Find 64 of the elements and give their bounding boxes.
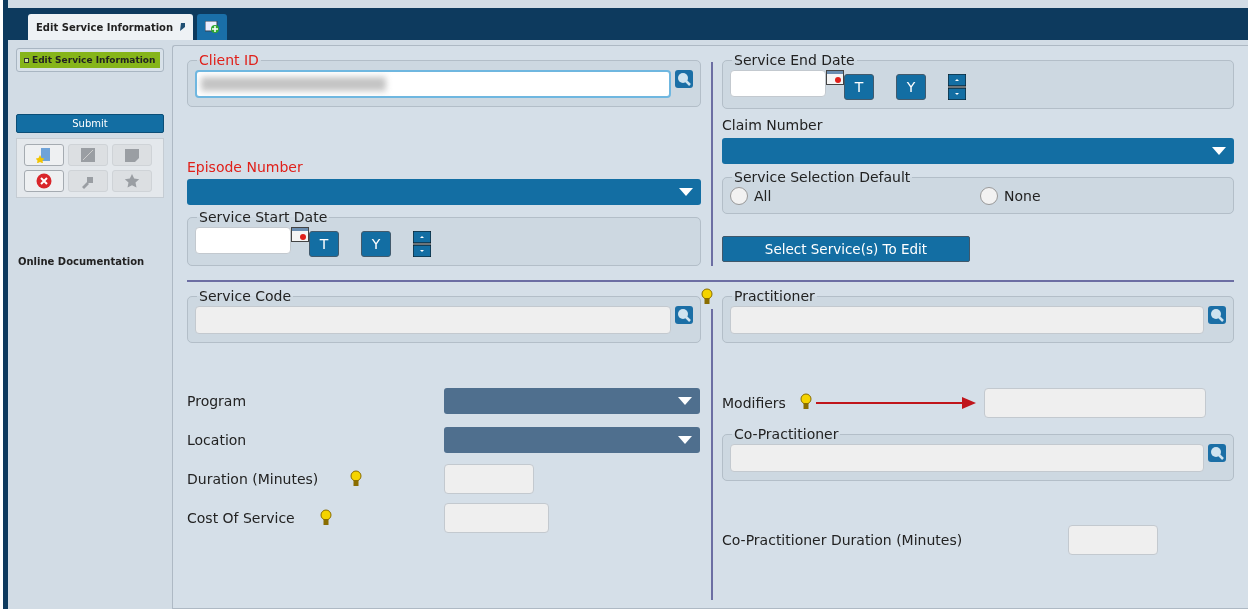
today-button[interactable]: T: [309, 231, 339, 257]
tab[interactable]: Edit Service Information: [28, 14, 194, 40]
text-field[interactable]: [444, 463, 534, 494]
tool-button[interactable]: [24, 170, 64, 192]
nav-item[interactable]: Edit Service Information: [20, 52, 160, 68]
tool-button[interactable]: [24, 144, 64, 166]
select-services-button[interactable]: Select Service(s) To Edit: [722, 236, 970, 262]
field-label: Co-Practitioner Duration (Minutes): [722, 532, 964, 548]
radio-option[interactable]: All: [730, 187, 976, 205]
date-field[interactable]: [730, 70, 826, 97]
group-label: Co-Practitioner: [733, 426, 840, 442]
text-field[interactable]: [1068, 525, 1158, 555]
caret-icon: [678, 435, 692, 444]
calendar-icon[interactable]: [826, 70, 844, 85]
image-icon: [81, 148, 95, 162]
date-field[interactable]: [195, 227, 291, 254]
search-icon[interactable]: [675, 306, 693, 324]
document-star-icon: [36, 147, 52, 163]
group-label: Client ID: [198, 52, 260, 68]
yesterday-button[interactable]: Y: [361, 231, 391, 257]
group-label: Service Code: [198, 288, 293, 304]
text-field[interactable]: [983, 388, 1206, 418]
text-field[interactable]: [730, 444, 1204, 472]
radio-button[interactable]: [730, 187, 748, 205]
caret-icon: [679, 188, 693, 196]
field-label: Modifiers: [722, 395, 786, 411]
field-label: Claim Number: [722, 117, 824, 133]
note-icon: [125, 148, 139, 162]
field-label: Episode Number: [187, 159, 304, 175]
bullet-icon: [24, 57, 29, 63]
search-icon[interactable]: [1208, 444, 1226, 462]
lightbulb-icon[interactable]: [799, 392, 812, 410]
text-field[interactable]: [730, 306, 1204, 334]
spinner-icon[interactable]: [413, 231, 431, 257]
caret-icon: [1212, 147, 1226, 155]
group-label: Service Start Date: [198, 209, 329, 225]
radio-button[interactable]: [980, 187, 998, 205]
lightbulb-icon[interactable]: [350, 470, 362, 487]
text-field[interactable]: [444, 502, 549, 533]
calendar-icon[interactable]: [291, 227, 309, 242]
lightbulb-icon[interactable]: [700, 288, 713, 305]
field-label: Location: [187, 431, 248, 448]
star-icon: [124, 173, 140, 189]
field-label: Program: [187, 392, 248, 409]
text-field[interactable]: [195, 306, 671, 334]
group-label: Service End Date: [733, 52, 856, 68]
add-tab-icon: [205, 21, 220, 33]
caret-icon: [678, 396, 692, 405]
field-label: Duration (Minutes): [187, 470, 319, 487]
radio-option[interactable]: None: [980, 187, 1226, 205]
group-label: Practitioner: [733, 288, 816, 304]
submit-button[interactable]: Submit: [16, 114, 164, 133]
today-button[interactable]: T: [844, 74, 874, 100]
yesterday-button[interactable]: Y: [896, 74, 926, 100]
group-label: Service Selection Default: [733, 169, 912, 185]
documentation-link[interactable]: Online Documentation: [16, 256, 164, 267]
spinner-icon[interactable]: [948, 74, 966, 100]
cancel-icon: [36, 173, 52, 189]
text-field[interactable]: [195, 70, 671, 98]
search-icon[interactable]: [1208, 306, 1226, 324]
field-label: Cost Of Service: [187, 509, 295, 526]
search-icon[interactable]: [675, 70, 693, 88]
lightbulb-icon[interactable]: [320, 509, 332, 526]
new-tab-button[interactable]: [197, 14, 228, 40]
